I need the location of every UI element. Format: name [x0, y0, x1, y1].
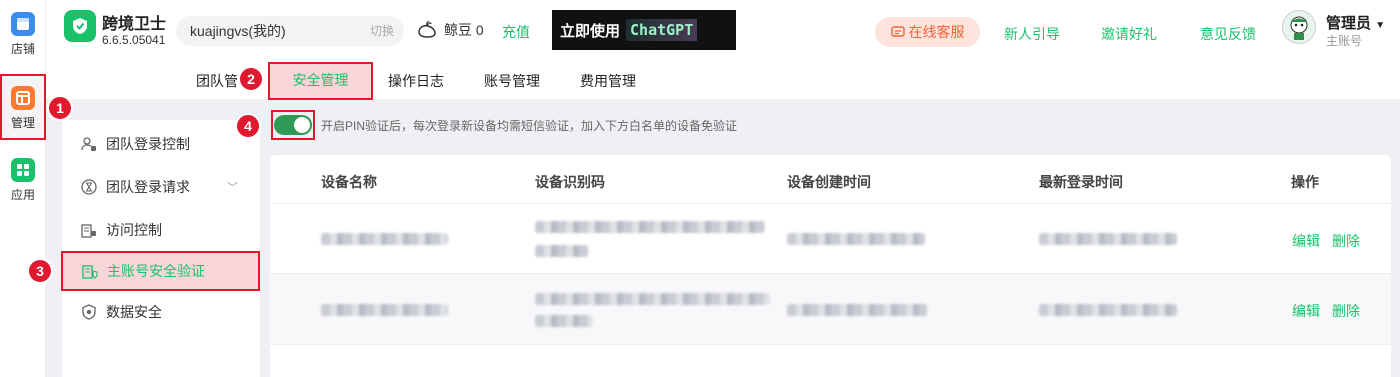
- tab-billing-management[interactable]: 费用管理: [580, 62, 636, 100]
- pin-verification-toggle[interactable]: [271, 110, 315, 140]
- rail-item-apps[interactable]: 应用: [0, 158, 46, 203]
- redacted-last-login: [1039, 233, 1177, 245]
- top-header: 跨境卫士 6.6.5.05041 kuajingvs(我的) 切换 鲸豆 0 充…: [46, 0, 1400, 62]
- redacted-device-id: [535, 221, 765, 233]
- apps-icon: [11, 158, 35, 182]
- redacted-device-id: [535, 293, 770, 305]
- invite-link[interactable]: 邀请好礼: [1101, 24, 1157, 44]
- menu-data-security[interactable]: 数据安全: [62, 292, 260, 332]
- app-logo-icon: [64, 10, 96, 42]
- building-lock-icon: [80, 221, 98, 239]
- toggle-knob: [294, 117, 310, 133]
- column-header-created-time: 设备创建时间: [787, 174, 871, 190]
- menu-access-control[interactable]: 访问控制: [62, 210, 260, 250]
- rail-item-manage-label: 管理: [10, 116, 35, 130]
- menu-item-label: 访问控制: [106, 222, 162, 238]
- chatgpt-ad-banner[interactable]: 立即使用 ChatGPT: [552, 10, 736, 50]
- tab-security-management[interactable]: 安全管理: [268, 62, 373, 100]
- ad-text: 立即使用: [560, 22, 621, 40]
- menu-item-label: 数据安全: [106, 304, 162, 320]
- user-role: 主账号: [1326, 34, 1363, 48]
- team-selector[interactable]: kuajingvs(我的) 切换: [176, 16, 404, 46]
- ad-brand: ChatGPT: [626, 19, 698, 41]
- rail-item-store[interactable]: 店铺: [0, 12, 46, 57]
- store-icon: [11, 12, 35, 36]
- row-divider: [270, 203, 1391, 204]
- online-service-button[interactable]: 在线客服: [875, 17, 980, 47]
- tab-account-management[interactable]: 账号管理: [484, 62, 540, 100]
- rail-item-apps-label: 应用: [10, 188, 35, 202]
- chevron-down-icon[interactable]: ﹀: [227, 179, 238, 195]
- edit-button[interactable]: 编辑: [1292, 301, 1320, 321]
- feedback-link[interactable]: 意见反馈: [1200, 24, 1256, 44]
- menu-item-label: 团队登录控制: [106, 136, 190, 152]
- column-header-last-login: 最新登录时间: [1039, 174, 1123, 190]
- device-whitelist-table: 设备名称 设备识别码 设备创建时间 最新登录时间 操作 编辑 删除 编辑 删除: [270, 155, 1391, 377]
- redacted-device-id: [535, 315, 593, 327]
- toggle-track: [274, 115, 312, 135]
- redacted-created-time: [787, 233, 925, 245]
- app-version: 6.6.5.05041: [102, 33, 166, 47]
- column-header-actions: 操作: [1291, 174, 1319, 190]
- tab-team-management[interactable]: 团队管: [196, 62, 238, 100]
- annotation-badge-2: 2: [238, 66, 264, 92]
- team-name: kuajingvs(我的): [190, 23, 286, 39]
- annotation-badge-4: 4: [235, 113, 261, 139]
- security-submenu: 团队登录控制 团队登录请求 ﹀ 访问控制 主账号安全验证 数据安全: [61, 120, 260, 377]
- edit-button[interactable]: 编辑: [1292, 231, 1320, 251]
- online-service-label: 在线客服: [908, 24, 965, 40]
- brand-name: 跨境卫士: [102, 16, 167, 33]
- menu-item-label: 团队登录请求: [106, 179, 190, 195]
- rail-item-manage[interactable]: 管理: [0, 74, 46, 140]
- bean-label: 鲸豆 0: [444, 22, 484, 38]
- chat-icon: [890, 26, 905, 37]
- shield-icon: [80, 303, 98, 321]
- redacted-device-id: [535, 245, 588, 257]
- rail-item-store-label: 店铺: [10, 42, 35, 56]
- whale-icon: [418, 21, 436, 38]
- menu-team-login-control[interactable]: 团队登录控制: [62, 124, 260, 164]
- user-name[interactable]: 管理员 ▼: [1326, 12, 1385, 33]
- user-lock-icon: [80, 135, 98, 153]
- redacted-device-name: [321, 233, 448, 245]
- delete-button[interactable]: 删除: [1332, 231, 1360, 251]
- redacted-created-time: [787, 304, 927, 316]
- redacted-last-login: [1039, 304, 1177, 316]
- team-switch-button[interactable]: 切换: [370, 16, 394, 46]
- caret-down-icon: ▼: [1375, 20, 1386, 31]
- bean-balance: 鲸豆 0: [416, 20, 484, 40]
- manage-icon: [11, 86, 35, 110]
- tab-operation-log[interactable]: 操作日志: [388, 62, 444, 100]
- recharge-link[interactable]: 充值: [502, 22, 530, 42]
- delete-button[interactable]: 删除: [1332, 301, 1360, 321]
- building-shield-icon: [81, 262, 99, 280]
- column-header-device-id: 设备识别码: [535, 174, 605, 190]
- avatar-character-icon: [1290, 16, 1308, 40]
- redacted-device-name: [321, 304, 448, 316]
- annotation-badge-1: 1: [47, 95, 73, 121]
- menu-item-label: 主账号安全验证: [107, 263, 205, 279]
- menu-main-account-verification[interactable]: 主账号安全验证: [61, 251, 260, 291]
- app-rail: 店铺 管理 应用: [0, 0, 46, 377]
- annotation-badge-3: 3: [27, 258, 53, 284]
- row-divider: [270, 344, 1391, 345]
- newbie-guide-link[interactable]: 新人引导: [1004, 24, 1060, 44]
- column-header-device-name: 设备名称: [321, 174, 377, 190]
- pin-verification-note: 开启PIN验证后，每次登录新设备均需短信验证，加入下方白名单的设备免验证: [321, 119, 738, 133]
- hourglass-icon: [80, 178, 98, 196]
- menu-team-login-request[interactable]: 团队登录请求 ﹀: [62, 167, 260, 207]
- avatar[interactable]: [1282, 10, 1316, 44]
- user-name-text: 管理员: [1326, 15, 1372, 32]
